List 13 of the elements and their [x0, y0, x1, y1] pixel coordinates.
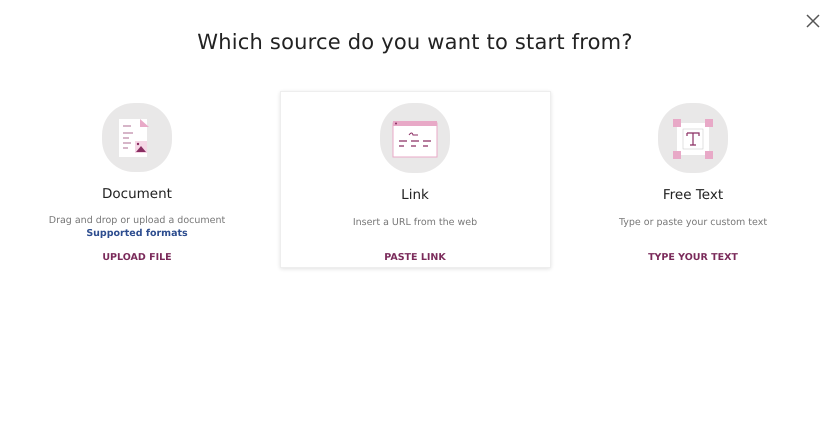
action-button[interactable]: UPLOAD FILE: [98, 248, 176, 268]
option-description: Drag and drop or upload a document: [48, 214, 226, 228]
option-description: Insert a URL from the web: [352, 216, 478, 230]
action-button[interactable]: TYPE YOUR TEXT: [644, 248, 742, 268]
close-icon: [806, 14, 820, 28]
option-title: Link: [401, 186, 429, 206]
option-title: Free Text: [662, 186, 724, 206]
action-button[interactable]: PASTE LINK: [380, 248, 450, 268]
option-card[interactable]: Link Insert a URL from the web PASTE LINK: [280, 91, 550, 268]
option-description: Type or paste your custom text: [618, 216, 768, 230]
page-heading: Which source do you want to start from?: [196, 30, 634, 56]
option-title: Document: [102, 185, 172, 204]
formats-link[interactable]: Supported formats: [86, 228, 188, 239]
